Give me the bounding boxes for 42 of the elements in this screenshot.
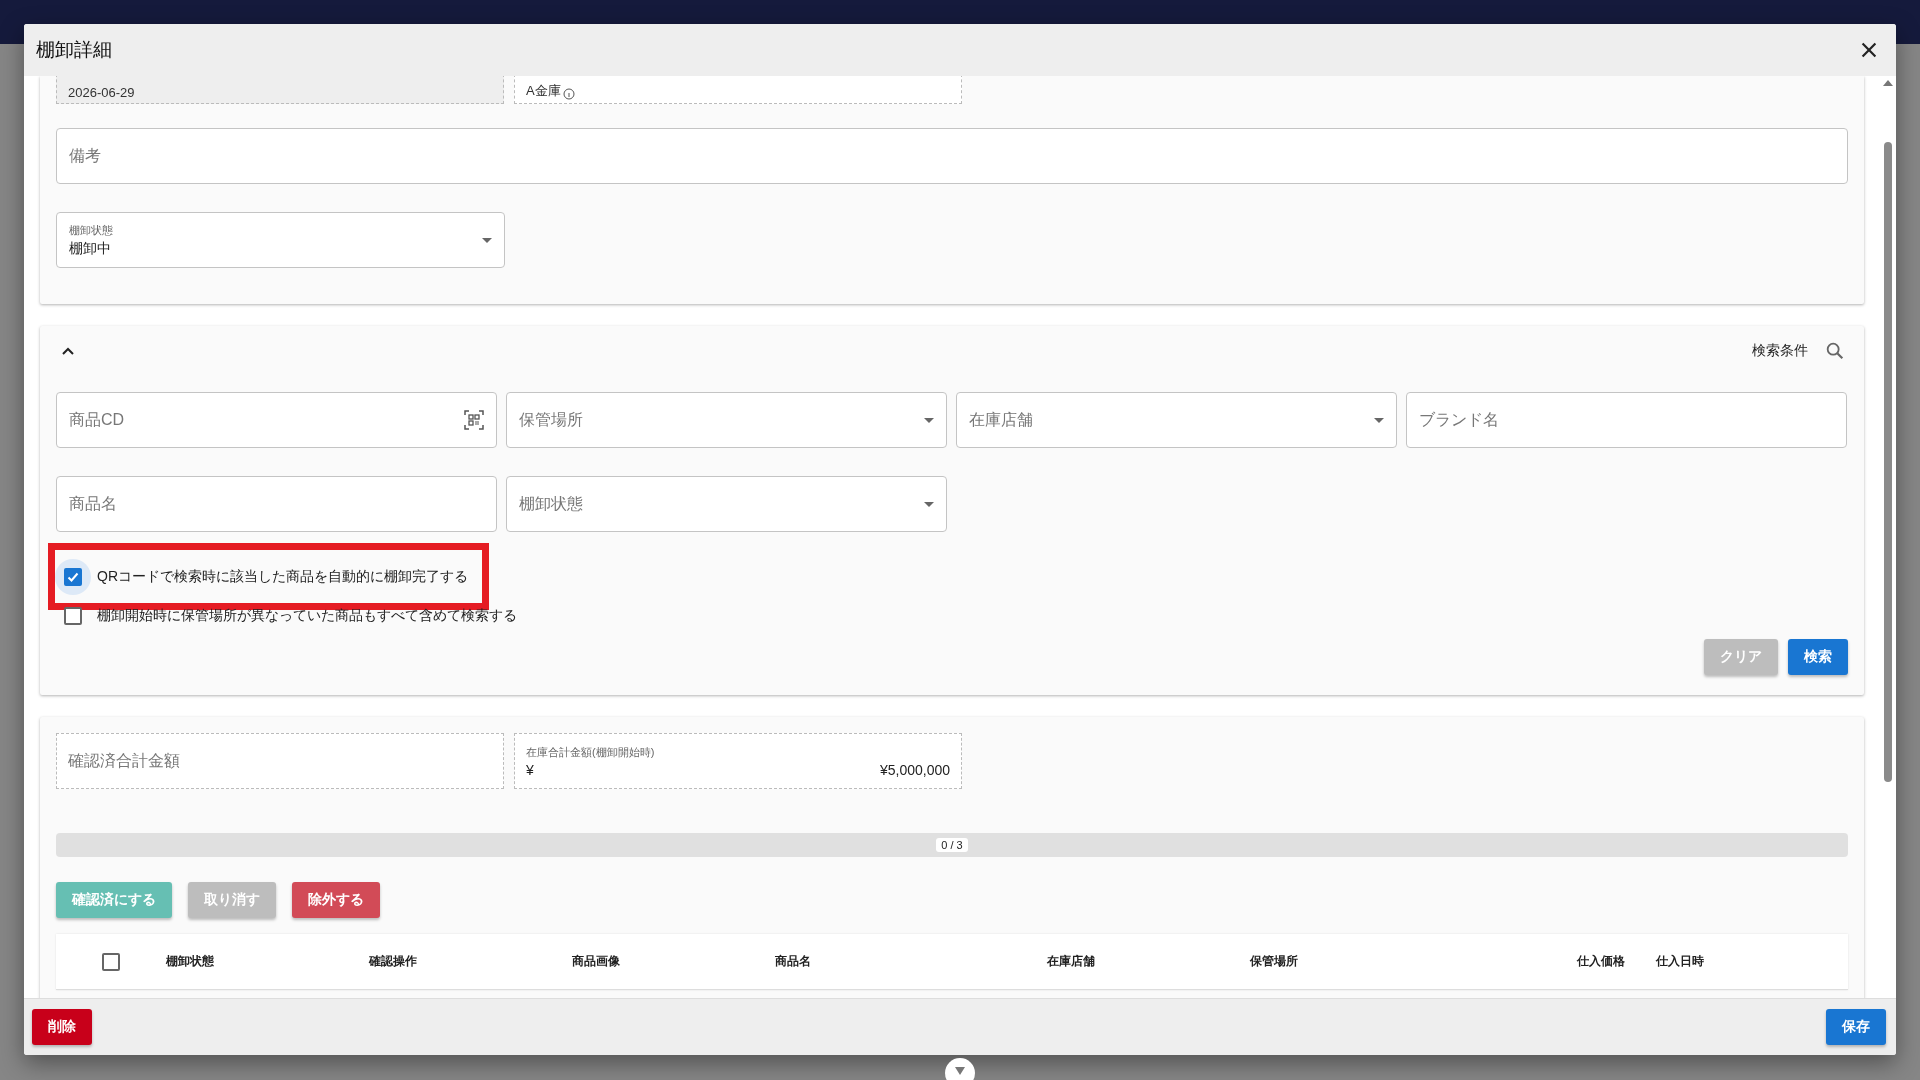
caret-icon	[924, 501, 934, 507]
column-header[interactable]: 仕入日時	[1656, 953, 1848, 970]
caret-icon	[924, 417, 934, 423]
remarks-field[interactable]: 備考	[56, 128, 1848, 184]
scroll-down-button[interactable]	[945, 1058, 975, 1080]
delete-button[interactable]: 削除	[32, 1009, 92, 1045]
progress-count: 0 / 3	[936, 838, 968, 852]
dialog-title: 棚卸詳細	[36, 38, 113, 62]
checkbox[interactable]	[102, 952, 120, 971]
column-header[interactable]: 棚卸状態	[166, 953, 369, 970]
caret-icon	[1374, 417, 1384, 423]
checkbox[interactable]	[64, 607, 82, 625]
save-button[interactable]: 保存	[1826, 1009, 1886, 1045]
readonly-field: A金庫	[514, 76, 962, 104]
info-icon[interactable]	[562, 88, 575, 100]
search-button[interactable]: 検索	[1788, 639, 1848, 675]
qr-scan-icon[interactable]	[464, 410, 484, 430]
column-header[interactable]: 商品名	[775, 953, 1047, 970]
input-field[interactable]: 商品CD	[56, 392, 497, 448]
input-field[interactable]: ブランド名	[1406, 392, 1847, 448]
search-icon[interactable]	[1824, 340, 1846, 362]
chevron-down-icon	[954, 1066, 966, 1076]
readonly-field: 確認済合計金額	[56, 733, 504, 789]
search-title: 検索条件	[1752, 342, 1808, 360]
select-field[interactable]: 保管場所	[506, 392, 947, 448]
readonly-field: 在庫合計金額(棚卸開始時) ¥ ¥5,000,000	[514, 733, 962, 789]
caret-icon	[482, 237, 492, 243]
checkbox-label[interactable]: 棚卸開始時に保管場所が異なっていた商品もすべて含めて検索する	[97, 607, 517, 625]
column-header[interactable]: 在庫店舗	[1047, 953, 1250, 970]
exclude-button[interactable]: 除外する	[292, 882, 380, 918]
select-field[interactable]: 在庫店舗	[956, 392, 1397, 448]
column-header[interactable]: 仕入価格	[1577, 953, 1656, 970]
column-header[interactable]: 確認操作	[369, 953, 572, 970]
collapse-icon[interactable]	[62, 347, 74, 355]
input-field[interactable]: 商品名	[56, 476, 497, 532]
column-header[interactable]: 商品画像	[572, 953, 775, 970]
checkbox[interactable]	[64, 567, 82, 586]
select-field[interactable]: 棚卸状態	[506, 476, 947, 532]
checkbox-label[interactable]: QRコードで検索時に該当した商品を自動的に棚卸完了する	[97, 567, 468, 586]
column-header[interactable]: 保管場所	[1250, 953, 1577, 970]
status-select[interactable]: 棚卸状態 棚卸中	[56, 212, 505, 268]
readonly-field: 2026-06-29	[56, 76, 504, 104]
